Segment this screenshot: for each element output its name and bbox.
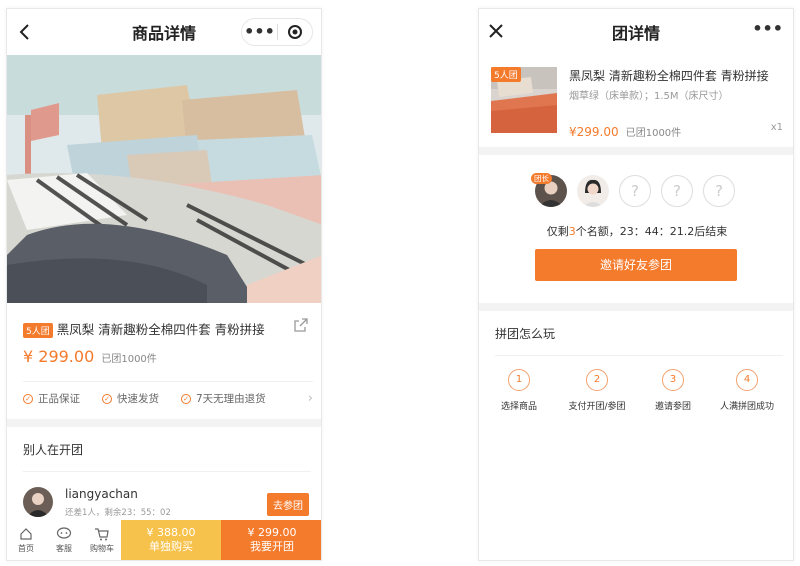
join-group-button[interactable]: 去参团	[267, 493, 309, 516]
sold-count: 已团1000件	[625, 128, 682, 139]
guarantee-return: ✓ 7天无理由退货	[181, 391, 266, 406]
step-2: 2 支付开团/参团	[559, 369, 635, 412]
check-icon: ✓	[102, 393, 112, 404]
leader-tag: 团长	[531, 173, 552, 184]
section-divider	[479, 147, 793, 155]
guarantee-authentic: ✓ 正品保证	[23, 391, 80, 406]
section-title: 别人在开团	[23, 443, 84, 457]
order-summary: 5人团 黑凤梨 清新趣粉全棉四件套 青粉拼接 烟草绿（床单款）；1.5M（床尺寸…	[479, 55, 793, 147]
step-number: 1	[508, 369, 530, 391]
guarantee-label: 快速发货	[117, 393, 159, 405]
price-row: ¥ 299.00 已团1000件	[23, 347, 157, 366]
invite-friends-button[interactable]: 邀请好友参团	[535, 249, 737, 281]
product-spec: 烟草绿（床单款）；1.5M（床尺寸）	[569, 91, 729, 102]
guarantee-label: 7天无理由退货	[196, 393, 266, 405]
group-label: 我要开团	[250, 540, 294, 553]
close-icon[interactable]	[487, 22, 505, 40]
step-3: 3 邀请参团	[635, 369, 711, 412]
section-divider	[479, 303, 793, 311]
bottom-action-bar: 首页 客服 购物车 ¥ 388.00 单独购买 ¥ 299.00 我要开团	[7, 520, 321, 560]
product-image[interactable]	[7, 55, 321, 303]
tab-cart[interactable]: 购物车	[83, 520, 121, 560]
others-grouping-section: 别人在开团 liangyachan 还差1人，剩余23：55：02 去参团	[7, 427, 321, 531]
navbar: 商品详情 •••	[7, 9, 321, 55]
guarantee-label: 正品保证	[38, 393, 80, 405]
product-price: ¥299.00	[569, 125, 619, 139]
tab-label: 客服	[56, 543, 72, 553]
check-icon: ✓	[23, 393, 33, 404]
page-title: 商品详情	[131, 24, 196, 43]
product-name: 黑凤梨 清新趣粉全棉四件套 青粉拼接	[56, 322, 265, 337]
product-name: 黑凤梨 清新趣粉全棉四件套 青粉拼接	[569, 69, 769, 83]
divider	[495, 355, 783, 356]
divider	[23, 471, 311, 472]
guarantee-shipping: ✓ 快速发货	[102, 391, 159, 406]
back-icon[interactable]	[15, 22, 35, 42]
group-remaining: 还差1人，剩余23：55：02	[65, 508, 171, 518]
tab-home[interactable]: 首页	[7, 520, 45, 560]
group-price: ¥ 299.00	[247, 526, 297, 539]
chevron-right-icon[interactable]: ›	[308, 391, 313, 406]
more-icon[interactable]: •••	[242, 19, 277, 45]
product-price: ¥ 299.00	[23, 347, 95, 366]
price-row: ¥299.00 已团1000件	[569, 121, 681, 140]
step-number: 4	[736, 369, 758, 391]
section-title: 拼团怎么玩	[495, 327, 556, 341]
group-size-badge: 5人团	[491, 67, 521, 82]
buy-single-button[interactable]: ¥ 388.00 单独购买	[121, 520, 221, 560]
single-label: 单独购买	[149, 540, 193, 553]
empty-slot: ?	[661, 175, 693, 207]
product-thumbnail[interactable]: 5人团	[491, 67, 557, 133]
remain-prefix: 仅剩	[546, 225, 569, 238]
quantity: x1	[770, 122, 783, 133]
step-number: 3	[662, 369, 684, 391]
avatar	[23, 487, 53, 517]
chat-icon	[56, 526, 72, 539]
tab-label: 购物车	[90, 543, 114, 553]
group-size-badge: 5人团	[23, 323, 53, 338]
group-members-section: 团长 ? ? ? 仅剩3个名额，23：44：21.2后结束 邀请好友参团	[479, 155, 793, 303]
single-price: ¥ 388.00	[146, 526, 196, 539]
step-4: 4 人满拼团成功	[709, 369, 785, 412]
share-icon[interactable]	[293, 317, 309, 333]
remaining-info: 仅剩3个名额，23：44：21.2后结束	[479, 223, 793, 239]
group-leader-name: liangyachan	[65, 487, 138, 501]
remain-suffix: 个名额，23：44：21.2后结束	[575, 225, 728, 238]
step-label: 邀请参团	[654, 402, 691, 412]
page-title: 团详情	[611, 24, 660, 43]
product-detail-screen: 商品详情 ••• 5人团 黑凤梨 清新趣粉全棉四件套 青粉拼接 ¥ 299.00…	[6, 8, 322, 561]
avatar-member	[577, 175, 609, 207]
remain-count: 3	[568, 225, 576, 238]
empty-slot: ?	[703, 175, 735, 207]
step-1: 1 选择商品	[481, 369, 557, 412]
step-label: 支付开团/参团	[568, 402, 626, 412]
tab-label: 首页	[18, 543, 34, 553]
step-number: 2	[586, 369, 608, 391]
start-group-button[interactable]: ¥ 299.00 我要开团	[221, 520, 321, 560]
close-target-icon[interactable]	[278, 24, 312, 40]
product-info: 5人团 黑凤梨 清新趣粉全棉四件套 青粉拼接 ¥ 299.00 已团1000件 …	[7, 303, 321, 419]
sold-count: 已团1000件	[101, 354, 157, 365]
tab-service[interactable]: 客服	[45, 520, 83, 560]
empty-slot: ?	[619, 175, 651, 207]
more-icon[interactable]: •••	[752, 19, 783, 38]
check-icon: ✓	[181, 393, 191, 404]
mini-program-capsule: •••	[241, 18, 313, 46]
step-label: 人满拼团成功	[719, 402, 774, 412]
cart-icon	[95, 527, 109, 540]
step-label: 选择商品	[500, 402, 537, 412]
home-icon	[20, 527, 32, 540]
navbar: 团详情 •••	[479, 9, 793, 55]
how-to-play-section: 拼团怎么玩 1 选择商品 2 支付开团/参团 3 邀请参团 4 人满拼团成功	[479, 311, 793, 431]
group-detail-screen: 团详情 ••• 5人团 黑凤梨 清新趣粉全棉四件套 青粉拼接 烟草绿（床单款）；…	[478, 8, 794, 561]
product-title: 5人团 黑凤梨 清新趣粉全棉四件套 青粉拼接	[23, 319, 265, 338]
guarantee-bar[interactable]: ✓ 正品保证 ✓ 快速发货 ✓ 7天无理由退货 ›	[23, 381, 313, 415]
